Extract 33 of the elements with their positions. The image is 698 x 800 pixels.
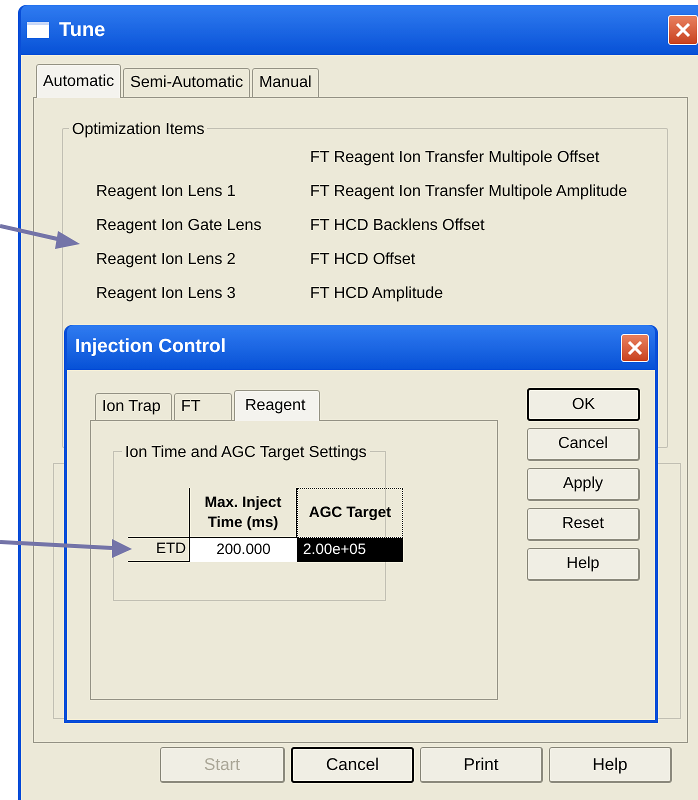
close-button[interactable] — [621, 334, 649, 362]
table-cell[interactable]: 2.00e+05 — [297, 538, 403, 562]
button[interactable]: Help — [527, 548, 640, 581]
button[interactable]: Cancel — [291, 747, 414, 783]
window-title: Tune — [59, 18, 106, 43]
item-label: FT Reagent Ion Transfer Multipole Amplitude — [310, 182, 628, 202]
button[interactable]: OK — [527, 388, 640, 421]
tab[interactable]: Ion Trap — [95, 393, 172, 420]
close-icon — [627, 340, 643, 356]
table-cell[interactable]: 200.000 — [190, 538, 297, 562]
tab[interactable]: Automatic — [36, 64, 122, 98]
item-label: FT HCD Amplitude — [310, 284, 444, 304]
window-icon — [27, 22, 49, 38]
button[interactable]: Apply — [527, 468, 640, 501]
tab[interactable]: Semi-Automatic — [123, 68, 250, 97]
button[interactable]: Cancel — [527, 428, 640, 461]
tab[interactable]: Manual — [252, 68, 319, 97]
button[interactable]: Print — [420, 747, 543, 783]
table-header-cell — [128, 488, 190, 538]
dialog-title: Injection Control — [75, 335, 227, 360]
tab[interactable]: Reagent — [234, 390, 320, 421]
close-icon — [675, 22, 691, 38]
close-button[interactable] — [668, 15, 698, 45]
item-label: Reagent Ion Lens 1 — [96, 182, 237, 202]
item-label: FT HCD Backlens Offset — [310, 216, 486, 236]
item-label: Reagent Ion Lens 3 — [96, 284, 237, 304]
button[interactable]: Reset — [527, 508, 640, 541]
item-label: FT HCD Offset — [310, 250, 416, 270]
item-label: FT Reagent Ion Transfer Multipole Offset — [310, 148, 600, 168]
item-label: Reagent Ion Gate Lens — [96, 216, 262, 236]
button[interactable]: Help — [549, 747, 672, 783]
item-label: Reagent Ion Lens 2 — [96, 250, 237, 270]
tab[interactable]: FT — [174, 393, 232, 420]
